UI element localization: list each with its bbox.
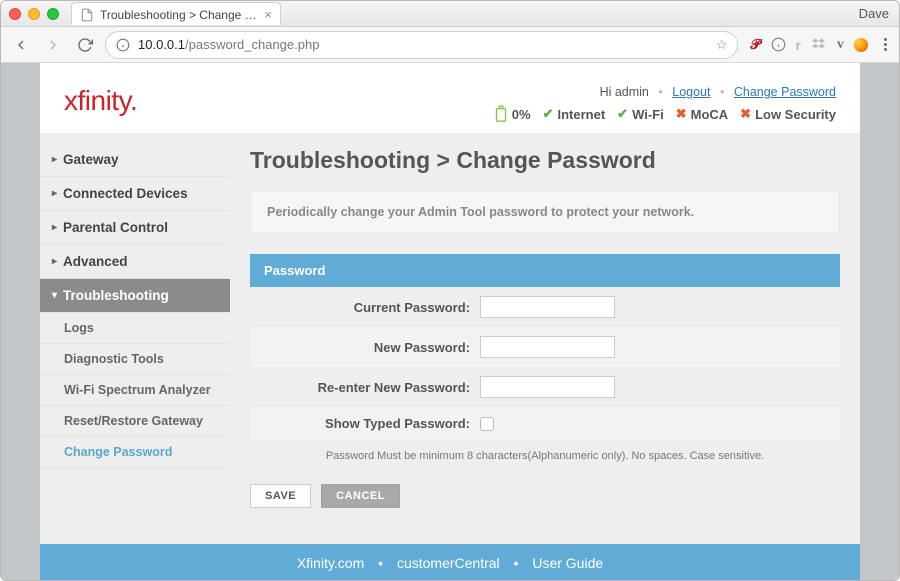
sidebar-item-connected-devices[interactable]: ▸Connected Devices xyxy=(40,177,230,211)
password-panel: Password Current Password: New Password:… xyxy=(250,254,840,466)
sidebar-sub-change-password[interactable]: Change Password xyxy=(40,437,230,468)
current-password-input[interactable] xyxy=(480,296,615,318)
sidebar-sub-reset-restore[interactable]: Reset/Restore Gateway xyxy=(40,406,230,437)
browser-window: Troubleshooting > Change Pas × Dave 10.0… xyxy=(0,0,900,581)
label-current-password: Current Password: xyxy=(250,300,480,315)
internet-status: ✔Internet xyxy=(543,106,606,122)
label-show-typed: Show Typed Password: xyxy=(250,416,480,431)
separator: • xyxy=(658,85,662,99)
footer-link-customercentral[interactable]: customerCentral xyxy=(397,555,500,571)
pinterest-icon[interactable]: 𝒫 xyxy=(750,36,760,53)
sidebar-item-gateway[interactable]: ▸Gateway xyxy=(40,143,230,177)
footer: Xfinity.com • customerCentral • User Gui… xyxy=(40,544,860,581)
battery-status: 0% xyxy=(494,105,531,123)
separator: • xyxy=(720,85,724,99)
back-button[interactable] xyxy=(9,33,33,57)
reenter-password-input[interactable] xyxy=(480,376,615,398)
label-new-password: New Password: xyxy=(250,340,480,355)
caret-right-icon: ▸ xyxy=(52,222,57,233)
battery-pct: 0% xyxy=(512,107,531,122)
page-icon xyxy=(80,8,94,22)
url-host: 10.0.0.1 xyxy=(138,37,185,52)
new-password-input[interactable] xyxy=(480,336,615,358)
x-icon: ✖ xyxy=(676,106,687,122)
v-extension-icon[interactable]: v xyxy=(837,37,844,53)
sidebar-item-troubleshooting[interactable]: ▾Troubleshooting xyxy=(40,279,230,313)
panel-header: Password xyxy=(250,254,840,287)
form-actions: SAVE CANCEL xyxy=(250,484,840,508)
page: xfinity Hi admin • Logout • Change Passw… xyxy=(40,63,860,581)
sidebar-sub-diagnostic-tools[interactable]: Diagnostic Tools xyxy=(40,344,230,375)
forward-button[interactable] xyxy=(41,33,65,57)
content: Troubleshooting > Change Password Period… xyxy=(230,133,860,544)
tab-close-icon[interactable]: × xyxy=(264,7,272,22)
bookmark-star-icon[interactable]: ☆ xyxy=(716,37,728,53)
separator: • xyxy=(514,555,519,571)
caret-right-icon: ▸ xyxy=(52,256,57,267)
xfinity-logo[interactable]: xfinity xyxy=(64,85,137,117)
logout-link[interactable]: Logout xyxy=(672,85,710,99)
change-password-link[interactable]: Change Password xyxy=(734,85,836,99)
notice-banner: Periodically change your Admin Tool pass… xyxy=(250,190,840,234)
x-icon: ✖ xyxy=(740,106,751,122)
user-line: Hi admin • Logout • Change Password xyxy=(494,85,836,99)
maximize-window-button[interactable] xyxy=(47,8,59,20)
row-reenter-password: Re-enter New Password: xyxy=(250,367,840,407)
save-button[interactable]: SAVE xyxy=(250,484,311,508)
extension-icons: 𝒫 r v xyxy=(746,36,872,53)
sidebar: ▸Gateway ▸Connected Devices ▸Parental Co… xyxy=(40,133,230,544)
page-body: ▸Gateway ▸Connected Devices ▸Parental Co… xyxy=(40,133,860,544)
row-current-password: Current Password: xyxy=(250,287,840,327)
browser-toolbar: 10.0.0.1/password_change.php ☆ 𝒫 r v xyxy=(1,27,899,63)
header-right: Hi admin • Logout • Change Password 0% ✔… xyxy=(494,85,836,123)
profile-name[interactable]: Dave xyxy=(859,6,889,21)
check-icon: ✔ xyxy=(617,106,628,122)
orange-extension-icon[interactable] xyxy=(854,38,868,52)
url-path: /password_change.php xyxy=(185,37,319,52)
password-hint: Password Must be minimum 8 characters(Al… xyxy=(250,440,840,466)
sidebar-sub-logs[interactable]: Logs xyxy=(40,313,230,344)
titlebar: Troubleshooting > Change Pas × Dave xyxy=(1,1,899,27)
sidebar-item-parental-control[interactable]: ▸Parental Control xyxy=(40,211,230,245)
greeting-text: Hi admin xyxy=(600,85,649,99)
check-icon: ✔ xyxy=(543,106,554,122)
row-new-password: New Password: xyxy=(250,327,840,367)
cancel-button[interactable]: CANCEL xyxy=(321,484,400,508)
moca-status: ✖MoCA xyxy=(676,106,728,122)
info-extension-icon[interactable] xyxy=(771,37,786,52)
row-show-typed: Show Typed Password: xyxy=(250,407,840,440)
caret-right-icon: ▸ xyxy=(52,154,57,165)
reload-button[interactable] xyxy=(73,33,97,57)
close-window-button[interactable] xyxy=(9,8,21,20)
label-reenter-password: Re-enter New Password: xyxy=(250,380,480,395)
site-info-icon[interactable] xyxy=(116,38,130,52)
window-controls xyxy=(9,8,59,20)
browser-tab[interactable]: Troubleshooting > Change Pas × xyxy=(71,2,281,25)
battery-icon xyxy=(494,105,508,123)
footer-link-xfinity[interactable]: Xfinity.com xyxy=(297,555,364,571)
sidebar-sub-wifi-spectrum[interactable]: Wi-Fi Spectrum Analyzer xyxy=(40,375,230,406)
caret-down-icon: ▾ xyxy=(52,290,57,301)
separator: • xyxy=(378,555,383,571)
show-typed-checkbox[interactable] xyxy=(480,417,494,431)
page-header: xfinity Hi admin • Logout • Change Passw… xyxy=(40,63,860,133)
minimize-window-button[interactable] xyxy=(28,8,40,20)
page-viewport: xfinity Hi admin • Logout • Change Passw… xyxy=(1,63,899,581)
status-line: 0% ✔Internet ✔Wi-Fi ✖MoCA ✖Low Security xyxy=(494,105,836,123)
dropbox-icon[interactable] xyxy=(811,37,827,53)
tab-title: Troubleshooting > Change Pas xyxy=(100,8,258,22)
wifi-status: ✔Wi-Fi xyxy=(617,106,664,122)
r-extension-icon[interactable]: r xyxy=(796,37,801,53)
page-title: Troubleshooting > Change Password xyxy=(250,147,840,174)
security-status: ✖Low Security xyxy=(740,106,836,122)
sidebar-item-advanced[interactable]: ▸Advanced xyxy=(40,245,230,279)
caret-right-icon: ▸ xyxy=(52,188,57,199)
browser-menu-button[interactable] xyxy=(880,38,891,51)
footer-link-userguide[interactable]: User Guide xyxy=(532,555,603,571)
address-bar[interactable]: 10.0.0.1/password_change.php ☆ xyxy=(105,31,738,59)
